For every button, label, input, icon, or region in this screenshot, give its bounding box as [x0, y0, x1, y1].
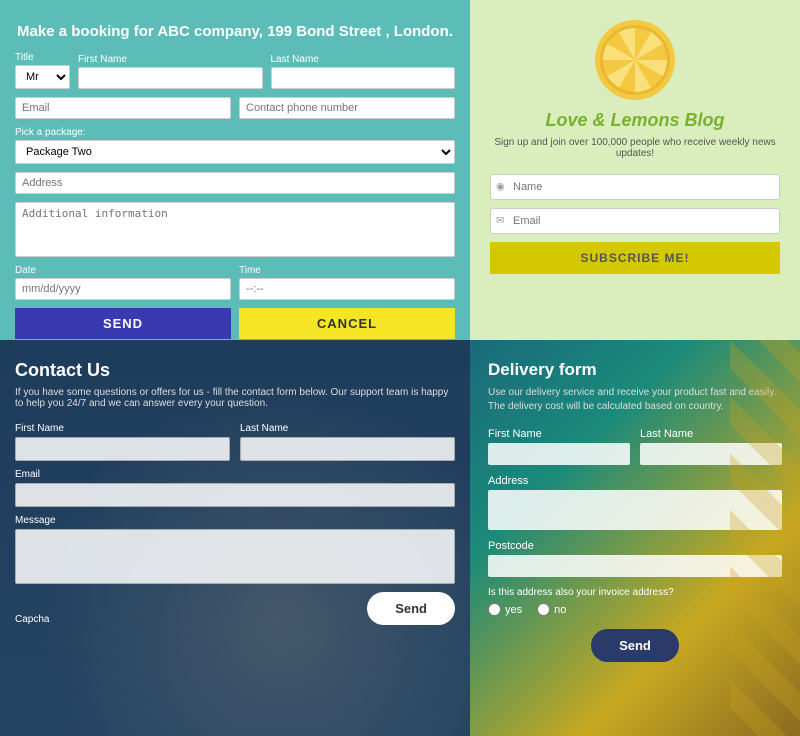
delivery-panel: Delivery form Use our delivery service a… [470, 340, 800, 736]
delivery-first-name-label: First Name [488, 428, 630, 440]
invoice-no-label[interactable]: no [537, 603, 566, 616]
email-icon: ✉ [496, 216, 504, 227]
invoice-yes-label[interactable]: yes [488, 603, 522, 616]
booking-form: Title MrMrsMsDr First Name Last Name [10, 52, 460, 339]
contact-last-name-label: Last Name [240, 423, 455, 434]
booking-title: Make a booking for ABC company, 199 Bond… [17, 23, 453, 40]
title-select[interactable]: MrMrsMsDr [15, 65, 70, 89]
lemons-title: Love & Lemons Blog [545, 110, 724, 131]
contact-first-name-input[interactable] [15, 437, 230, 461]
cancel-button[interactable]: CANCEL [239, 308, 455, 339]
captcha-label: Capcha [15, 614, 49, 625]
first-name-input[interactable] [78, 67, 263, 89]
contact-title: Contact Us [15, 360, 455, 381]
first-name-label: First Name [78, 54, 263, 65]
send-button[interactable]: SEND [15, 308, 231, 339]
package-label: Pick a package: [15, 127, 455, 138]
subscribe-button[interactable]: SUBSCRIBE ME! [490, 242, 780, 274]
last-name-label: Last Name [271, 54, 456, 65]
delivery-first-name-input[interactable] [488, 443, 630, 465]
lemons-panel: Love & Lemons Blog Sign up and join over… [470, 0, 800, 340]
lemons-name-input[interactable] [490, 174, 780, 200]
lemons-subtitle: Sign up and join over 100,000 people who… [490, 137, 780, 159]
contact-send-button[interactable]: Send [367, 592, 455, 625]
delivery-decoration [730, 340, 800, 736]
person-icon: ◉ [496, 182, 505, 193]
contact-form: First Name Last Name Email Message [15, 423, 455, 625]
lemons-form: ◉ ✉ SUBSCRIBE ME! [490, 174, 780, 274]
title-label: Title [15, 52, 70, 63]
invoice-no-radio[interactable] [537, 603, 550, 616]
lemons-email-input[interactable] [490, 208, 780, 234]
contact-content: Contact Us If you have some questions or… [15, 360, 455, 625]
contact-panel: Contact Us If you have some questions or… [0, 340, 470, 736]
time-label: Time [239, 265, 455, 276]
last-name-input[interactable] [271, 67, 456, 89]
invoice-yes-radio[interactable] [488, 603, 501, 616]
booking-panel: Make a booking for ABC company, 199 Bond… [0, 0, 470, 340]
contact-email-label: Email [15, 469, 455, 480]
delivery-send-button[interactable]: Send [591, 629, 679, 662]
contact-message-input[interactable] [15, 529, 455, 584]
additional-input[interactable] [15, 202, 455, 257]
contact-email-input[interactable] [15, 483, 455, 507]
phone-input[interactable] [239, 97, 455, 119]
lemon-logo [595, 20, 675, 100]
contact-description: If you have some questions or offers for… [15, 387, 455, 409]
contact-last-name-input[interactable] [240, 437, 455, 461]
address-input[interactable] [15, 172, 455, 194]
contact-message-label: Message [15, 515, 455, 526]
date-label: Date [15, 265, 231, 276]
contact-first-name-label: First Name [15, 423, 230, 434]
email-input[interactable] [15, 97, 231, 119]
package-select[interactable]: Package TwoPackage OnePackage Three [15, 140, 455, 164]
date-input[interactable] [15, 278, 231, 300]
time-input[interactable] [239, 278, 455, 300]
